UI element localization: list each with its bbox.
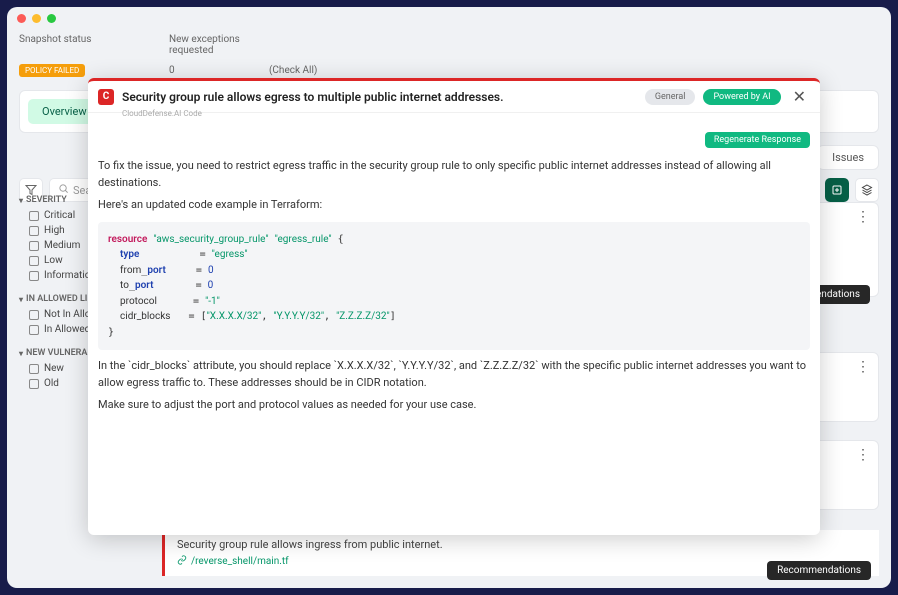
checkbox-icon (29, 271, 39, 281)
finding-file-link[interactable]: /reverse_shell/main.tf (177, 555, 867, 568)
checkbox-icon (29, 241, 39, 251)
checkbox-icon (29, 211, 39, 221)
chevron-down-icon: ▾ (19, 295, 23, 304)
terraform-code-block: resource "aws_security_group_rule" "egre… (98, 222, 810, 351)
card-menu-icon[interactable]: ⋮ (856, 447, 870, 463)
checkbox-icon (29, 379, 39, 389)
card-menu-icon[interactable]: ⋮ (856, 209, 870, 225)
modal-para1: To fix the issue, you need to restrict e… (98, 158, 810, 191)
bg-val1: 0 (169, 65, 269, 76)
close-window-icon[interactable] (17, 14, 26, 23)
modal-para2: Here's an updated code example in Terraf… (98, 197, 810, 214)
modal-para3: In the `cidr_blocks` attribute, you shou… (98, 358, 810, 391)
card-menu-icon[interactable]: ⋮ (856, 359, 870, 375)
checkbox-icon (29, 256, 39, 266)
minimize-window-icon[interactable] (32, 14, 41, 23)
ai-remediation-modal: C Security group rule allows egress to m… (88, 78, 820, 535)
finding-text: Security group rule allows ingress from … (177, 538, 867, 551)
modal-brand-icon: C (98, 89, 114, 105)
layers-button[interactable] (855, 178, 879, 202)
policy-failed-badge: POLICY FAILED (19, 64, 85, 77)
tab-issues[interactable]: Issues (817, 145, 879, 170)
modal-subtitle: CloudDefense.AI Code (88, 109, 820, 122)
pill-powered-by-ai[interactable]: Powered by AI (703, 89, 780, 105)
link-icon (177, 555, 187, 568)
close-icon[interactable]: ✕ (789, 87, 810, 106)
modal-title: Security group rule allows egress to mul… (122, 90, 637, 104)
checkbox-icon (29, 364, 39, 374)
finding-detail: Security group rule allows ingress from … (162, 530, 879, 576)
chevron-down-icon: ▾ (19, 349, 23, 358)
window-controls (17, 14, 56, 23)
regenerate-button[interactable]: Regenerate Response (705, 132, 810, 148)
checkbox-icon (29, 226, 39, 236)
bg-header-col2: New exceptions requested (169, 34, 269, 56)
pill-general[interactable]: General (645, 89, 696, 105)
maximize-window-icon[interactable] (47, 14, 56, 23)
chevron-down-icon: ▾ (19, 196, 23, 205)
bg-val2: (Check All) (269, 65, 369, 76)
regen-row: Regenerate Response (98, 128, 810, 152)
bg-header-col1: Snapshot status (19, 34, 169, 56)
modal-para4: Make sure to adjust the port and protoco… (98, 397, 810, 414)
export-button[interactable] (825, 178, 849, 202)
checkbox-icon (29, 310, 39, 320)
bg-data-row: 0 (Check All) (157, 63, 891, 78)
modal-body: Regenerate Response To fix the issue, yo… (88, 122, 820, 535)
recommendations-button-bottom[interactable]: Recommendations (767, 561, 871, 580)
checkbox-icon (29, 325, 39, 335)
bg-header-row: Snapshot status New exceptions requested (7, 32, 891, 58)
